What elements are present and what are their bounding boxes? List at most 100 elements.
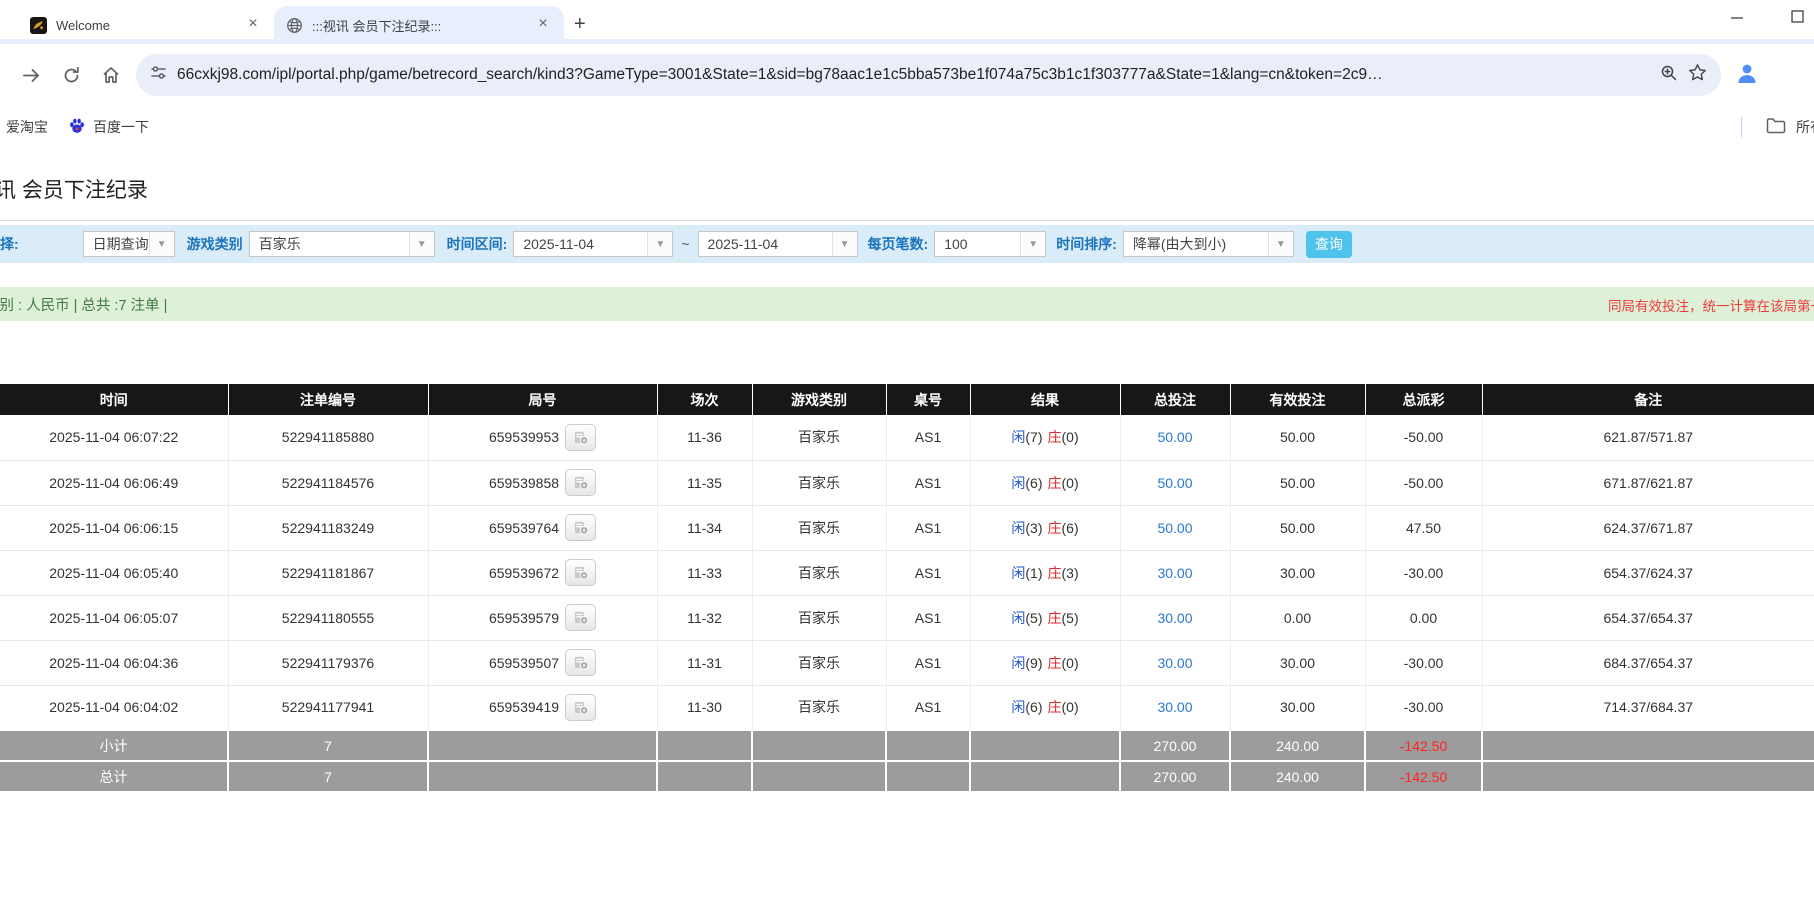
column-header: 注单编号 bbox=[228, 384, 429, 415]
footer-value bbox=[428, 760, 658, 793]
footer-label: 小计 bbox=[0, 729, 229, 762]
tab-close-icon[interactable]: × bbox=[534, 16, 552, 34]
all-bookmarks-label[interactable]: 所有书签 bbox=[1796, 117, 1814, 137]
zoom-icon[interactable] bbox=[1660, 64, 1678, 87]
cell-session: 11-36 bbox=[657, 415, 753, 461]
bookmark-aitaobao[interactable]: 爱淘宝 bbox=[0, 117, 58, 137]
total-bet-link[interactable]: 50.00 bbox=[1157, 429, 1192, 445]
bookmark-star-icon[interactable] bbox=[1688, 63, 1707, 87]
cell-note: 654.37/654.37 bbox=[1482, 595, 1814, 641]
cell-bet-id: 522941180555 bbox=[228, 595, 429, 641]
footer-label: 总计 bbox=[0, 760, 229, 793]
video-replay-icon[interactable] bbox=[565, 514, 597, 541]
cell-round: 659539507 bbox=[428, 640, 658, 686]
cell-payout: -30.00 bbox=[1365, 640, 1483, 686]
date-to-select[interactable]: 2025-11-04 ▼ bbox=[697, 231, 858, 257]
cell-game-type: 百家乐 bbox=[752, 685, 887, 731]
result-banker-label: 庄 bbox=[1047, 699, 1062, 716]
total-bet-link[interactable]: 50.00 bbox=[1157, 520, 1192, 536]
footer-value bbox=[752, 729, 887, 762]
column-header: 结果 bbox=[970, 384, 1121, 415]
footer-value: 240.00 bbox=[1230, 729, 1366, 762]
cell-table-no: AS1 bbox=[886, 550, 971, 596]
footer-value bbox=[970, 760, 1121, 793]
video-replay-icon[interactable] bbox=[565, 559, 597, 586]
reload-icon[interactable] bbox=[56, 60, 86, 90]
time-range-label: 时间区间: bbox=[446, 236, 508, 252]
footer-value bbox=[886, 760, 971, 793]
chevron-down-icon[interactable]: ▼ bbox=[148, 232, 174, 256]
cell-total-bet[interactable]: 30.00 bbox=[1120, 640, 1231, 686]
new-tab-button[interactable]: + bbox=[564, 13, 600, 44]
url-text[interactable]: 66cxkj98.com/ipl/portal.php/game/betreco… bbox=[177, 66, 1650, 84]
result-player-label: 闲 bbox=[1011, 654, 1026, 671]
game-type-select[interactable]: 百家乐 ▼ bbox=[248, 231, 435, 257]
chevron-down-icon[interactable]: ▼ bbox=[647, 232, 673, 256]
forward-icon[interactable] bbox=[16, 60, 46, 90]
globe-icon bbox=[286, 17, 303, 34]
cell-round: 659539858 bbox=[428, 460, 658, 506]
video-replay-icon[interactable] bbox=[565, 423, 597, 451]
result-player-label: 闲 bbox=[1011, 699, 1026, 716]
cell-bet-id: 522941177941 bbox=[228, 685, 429, 731]
footer-value bbox=[657, 729, 753, 762]
search-button[interactable]: 查询 bbox=[1305, 230, 1352, 258]
cell-result: 闲(9) 庄(0) bbox=[970, 640, 1121, 686]
chevron-down-icon[interactable]: ▼ bbox=[831, 232, 857, 256]
cell-payout: -30.00 bbox=[1365, 685, 1483, 731]
cell-round: 659539419 bbox=[428, 685, 658, 731]
tab-bet-records[interactable]: :::视讯 会员下注纪录::: × bbox=[274, 6, 564, 44]
cell-total-bet[interactable]: 30.00 bbox=[1120, 550, 1231, 596]
home-icon[interactable] bbox=[96, 60, 126, 90]
column-header: 总派彩 bbox=[1365, 384, 1483, 415]
video-replay-icon[interactable] bbox=[565, 693, 597, 721]
page-size-label: 每页笔数: bbox=[867, 236, 929, 252]
result-banker-value: (6) bbox=[1061, 519, 1079, 536]
minimize-button[interactable] bbox=[1726, 10, 1748, 29]
cell-note: 671.87/621.87 bbox=[1482, 460, 1814, 506]
total-bet-link[interactable]: 50.00 bbox=[1157, 475, 1192, 491]
cell-payout: -50.00 bbox=[1365, 460, 1483, 506]
total-bet-link[interactable]: 30.00 bbox=[1157, 565, 1192, 581]
video-replay-icon[interactable] bbox=[565, 604, 597, 631]
chevron-down-icon[interactable]: ▼ bbox=[1267, 232, 1293, 256]
query-type-select[interactable]: 日期查询 ▼ bbox=[82, 231, 175, 257]
chevron-down-icon[interactable]: ▼ bbox=[1020, 232, 1046, 256]
result-player-label: 闲 bbox=[1011, 429, 1026, 446]
table-row: 2025-11-04 06:05:40 522941181867 659539672… bbox=[0, 550, 1814, 596]
sort-order-select[interactable]: 降幂(由大到小) ▼ bbox=[1122, 231, 1294, 257]
site-settings-icon[interactable] bbox=[150, 64, 167, 86]
round-number: 659539953 bbox=[488, 429, 560, 446]
cell-time: 2025-11-04 06:05:40 bbox=[0, 550, 229, 596]
cell-total-bet[interactable]: 50.00 bbox=[1120, 415, 1231, 461]
result-banker-label: 庄 bbox=[1047, 429, 1062, 446]
cell-total-bet[interactable]: 30.00 bbox=[1120, 595, 1231, 641]
profile-avatar-icon[interactable] bbox=[1735, 61, 1759, 90]
maximize-button[interactable] bbox=[1786, 10, 1808, 29]
bookmarks-divider bbox=[1741, 117, 1742, 137]
cell-session: 11-33 bbox=[657, 550, 753, 596]
cell-total-bet[interactable]: 30.00 bbox=[1120, 685, 1231, 731]
total-bet-link[interactable]: 30.00 bbox=[1157, 655, 1192, 671]
url-bar[interactable]: 66cxkj98.com/ipl/portal.php/game/betreco… bbox=[136, 54, 1721, 96]
footer-value: -142.50 bbox=[1365, 760, 1483, 793]
cell-bet-id: 522941185880 bbox=[228, 415, 429, 461]
tab-welcome[interactable]: Welcome × bbox=[18, 6, 274, 44]
video-replay-icon[interactable] bbox=[565, 469, 597, 496]
page-size-select[interactable]: 100 ▼ bbox=[934, 231, 1047, 257]
cell-total-bet[interactable]: 50.00 bbox=[1120, 460, 1231, 506]
chevron-down-icon[interactable]: ▼ bbox=[408, 232, 434, 256]
total-bet-link[interactable]: 30.00 bbox=[1157, 610, 1192, 626]
column-header: 局号 bbox=[428, 384, 658, 415]
bookmark-baidu[interactable]: 百度一下 bbox=[58, 117, 159, 138]
bookmark-label: 百度一下 bbox=[93, 119, 149, 135]
total-bet-link[interactable]: 30.00 bbox=[1157, 699, 1192, 715]
round-number: 659539672 bbox=[488, 564, 560, 581]
footer-value bbox=[752, 760, 887, 793]
video-replay-icon[interactable] bbox=[565, 649, 597, 676]
date-from-select[interactable]: 2025-11-04 ▼ bbox=[513, 231, 674, 257]
cell-table-no: AS1 bbox=[886, 640, 971, 686]
tab-close-icon[interactable]: × bbox=[244, 16, 262, 34]
all-bookmarks-folder-icon[interactable] bbox=[1766, 117, 1786, 137]
cell-total-bet[interactable]: 50.00 bbox=[1120, 505, 1231, 551]
